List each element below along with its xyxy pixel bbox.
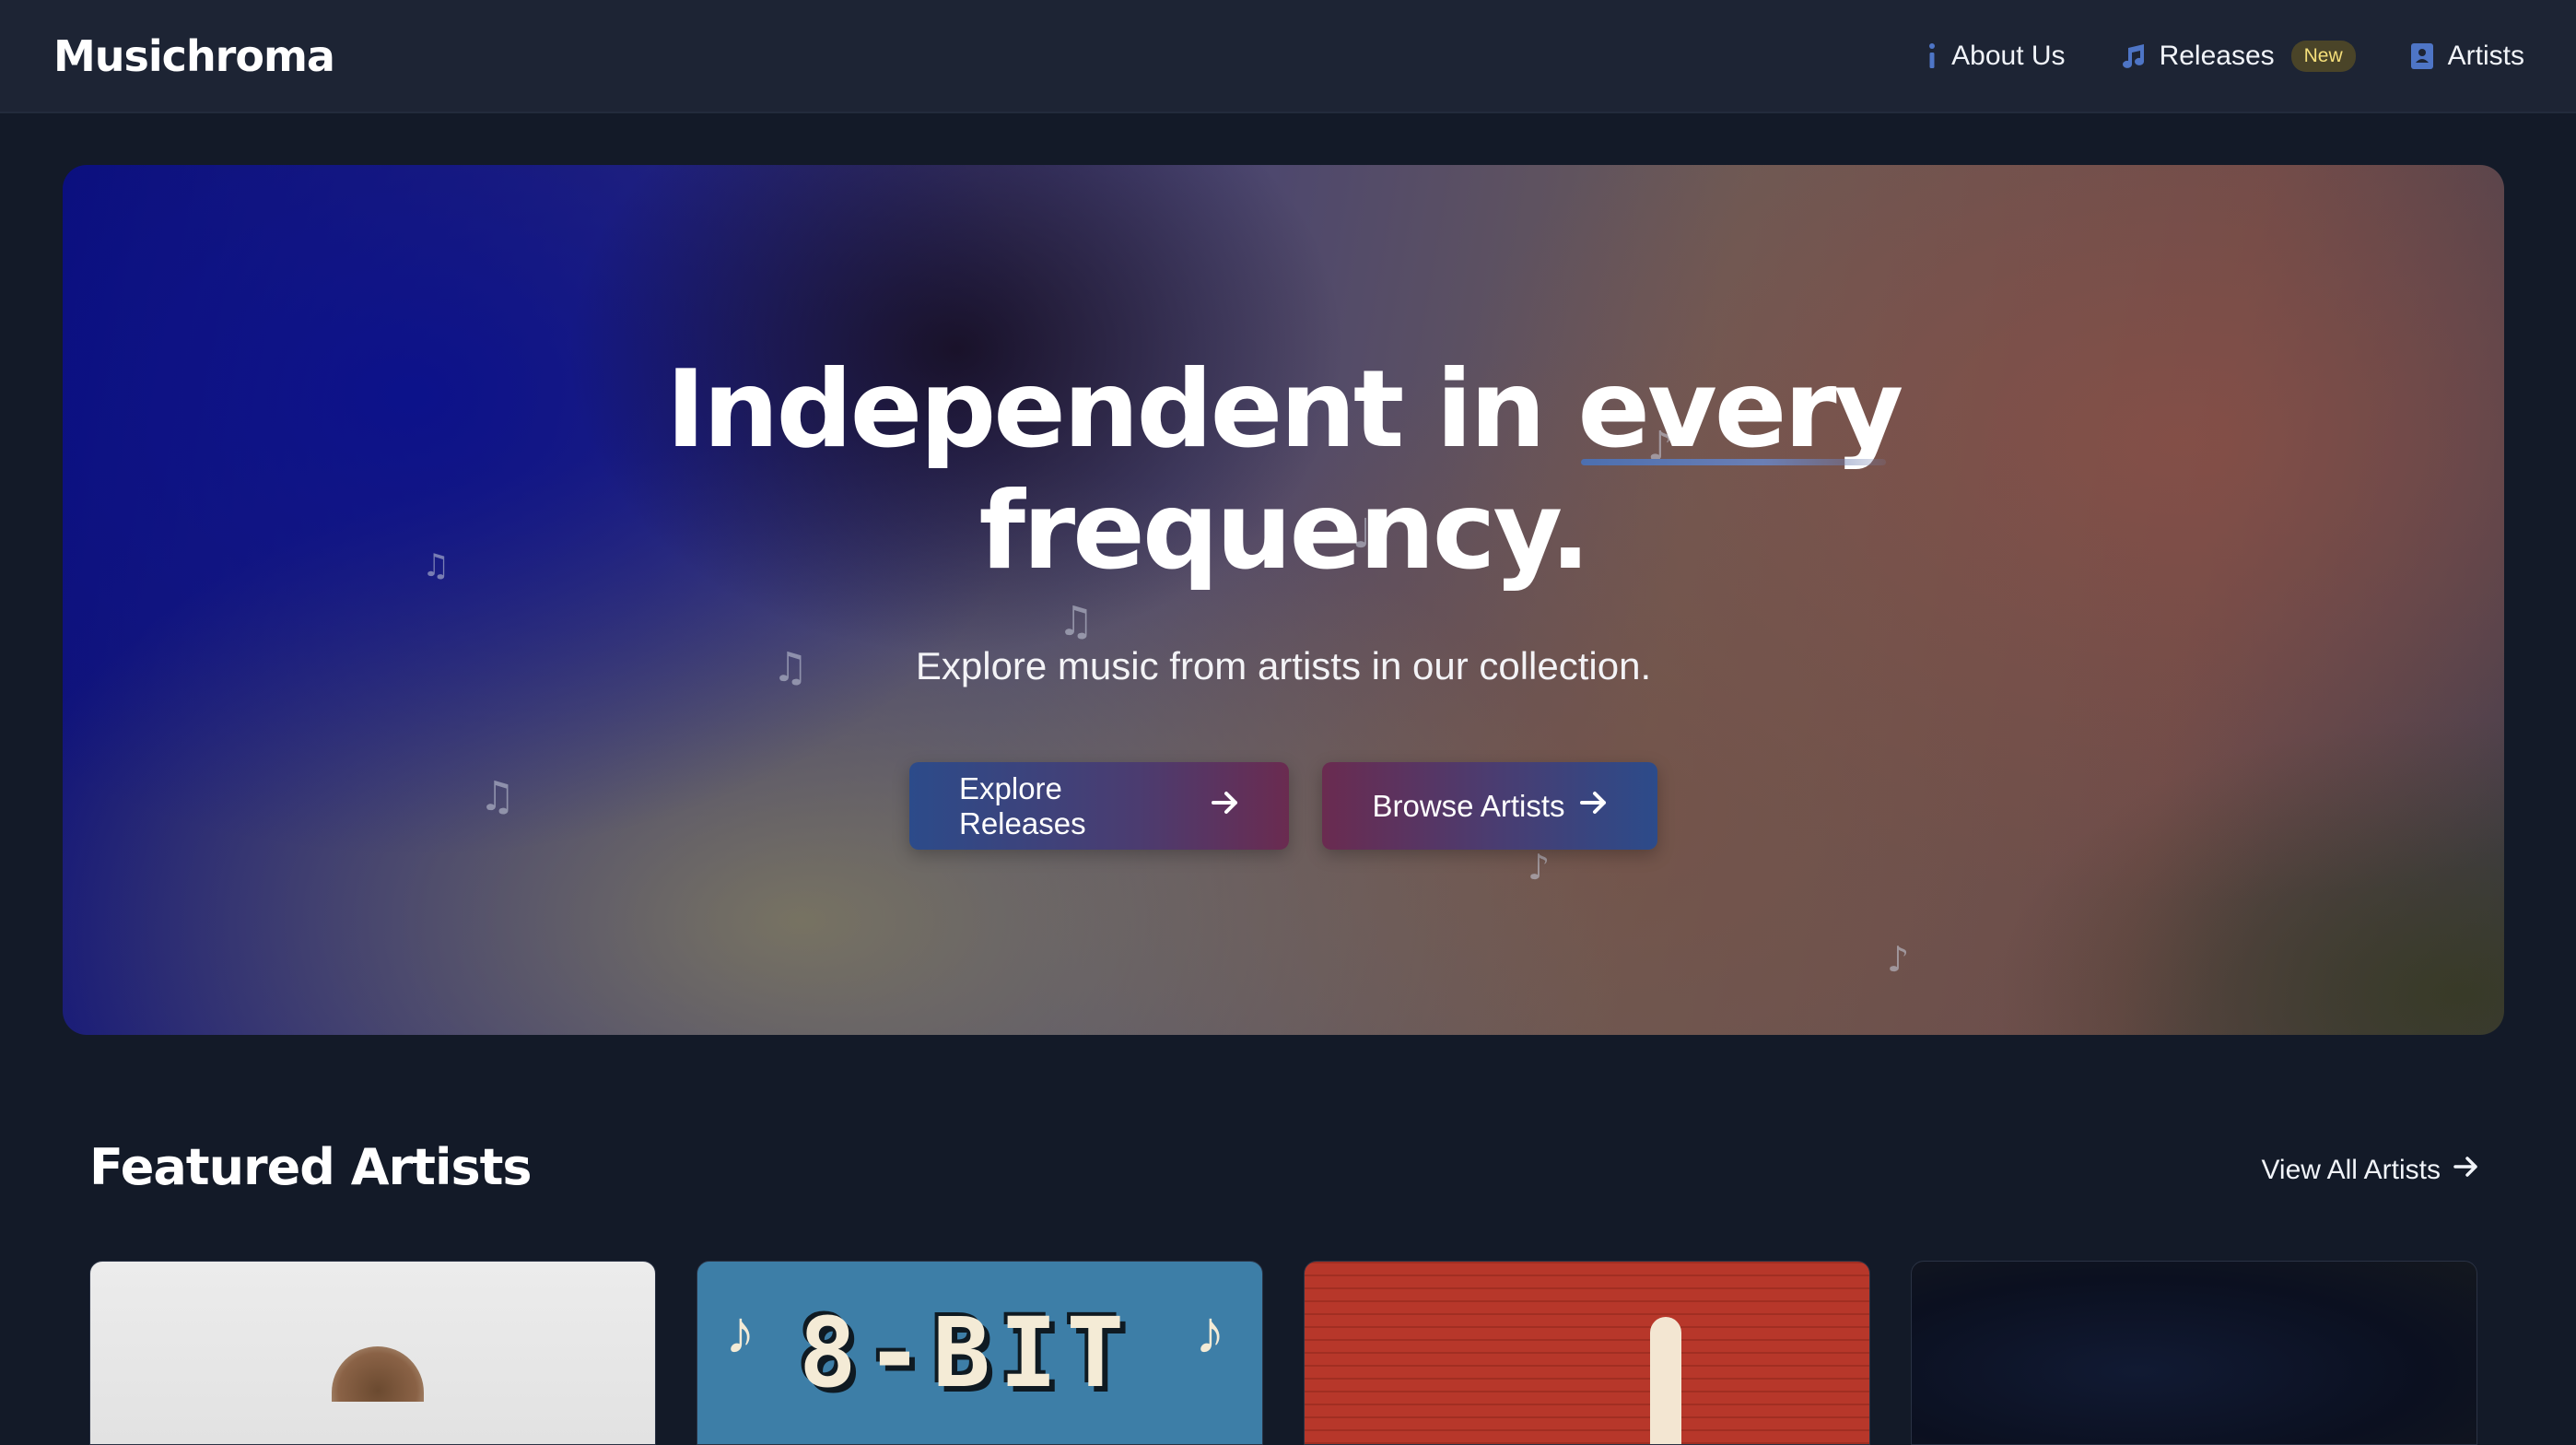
featured-artists-title: Featured Artists [89,1138,533,1196]
arrow-right-icon [1579,788,1608,824]
hero-subtitle: Explore music from artists in our collec… [915,644,1652,687]
hero-title-part: Independent in [665,347,1578,472]
hero-buttons: Explore Releases Browse Artists [63,762,2504,850]
hero-title-highlight: every [1577,347,1903,472]
artist-photo [332,1346,424,1402]
contact-book-icon [2409,42,2435,70]
featured-artist-cards: ♪ 8-BIT ♪ [89,1261,2477,1445]
logo[interactable]: Musichroma [53,31,335,81]
music-note-icon: ♫ [1058,598,1095,645]
hero-title-part: frequency. [978,469,1590,593]
nav-links: About Us Releases New Artists [1926,40,2524,72]
artist-card[interactable] [1304,1261,1870,1445]
artist-cover-art [1650,1317,1681,1444]
navbar: Musichroma About Us Releases New Artists [0,0,2576,113]
button-label: Browse Artists [1372,788,1565,823]
music-note-icon [2119,42,2147,70]
nav-link-artists[interactable]: Artists [2409,41,2524,72]
artist-cover-text: 8-BIT [799,1297,1134,1409]
artist-card[interactable] [1911,1261,2477,1445]
artist-card[interactable] [89,1261,656,1445]
nav-link-releases[interactable]: Releases New [2119,40,2356,72]
nav-link-label: Artists [2447,40,2524,71]
view-all-label: View All Artists [2261,1155,2441,1185]
music-note-icon: ♪ [1528,847,1551,887]
nav-link-label: About Us [1951,40,2066,71]
arrow-right-icon [1212,788,1239,824]
hero-banner: ♫ ♪ ♩ ♫ ♫ ♫ ♪ ♪ Independent in every fre… [63,165,2504,1035]
music-note-icon: ♪ [1195,1298,1225,1366]
explore-releases-button[interactable]: Explore Releases [909,762,1289,850]
arrow-right-icon [2453,1155,2479,1186]
nav-link-about-us[interactable]: About Us [1926,40,2066,72]
new-badge: New [2290,40,2356,72]
browse-artists-button[interactable]: Browse Artists [1322,762,1657,850]
nav-link-label: Releases [2159,40,2275,71]
button-label: Explore Releases [959,770,1086,840]
music-note-icon: ♪ [1887,939,1910,980]
hero-title: Independent in every frequency. [63,349,2504,593]
info-icon [1926,42,1938,70]
view-all-artists-link[interactable]: View All Artists [2261,1155,2479,1186]
artist-card[interactable]: ♪ 8-BIT ♪ [697,1261,1263,1445]
music-note-icon: ♪ [725,1298,755,1366]
